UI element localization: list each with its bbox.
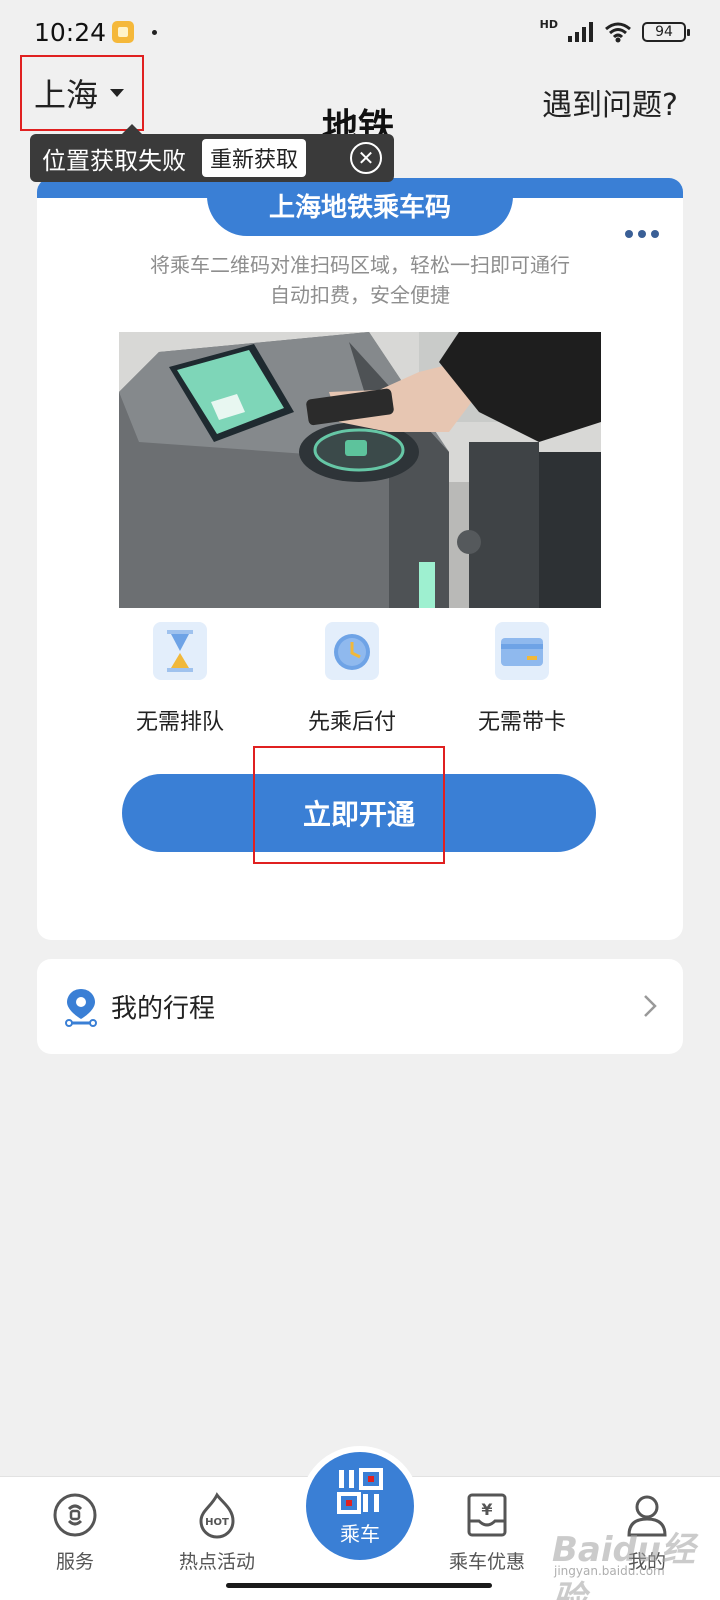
status-time: 10:24 — [34, 17, 107, 47]
location-pin-icon — [65, 988, 97, 1027]
tab-label: 服务 — [55, 1551, 94, 1573]
coupon-icon: ¥ — [467, 1493, 507, 1537]
description-line-1: 将乘车二维码对准扫码区域，轻松一扫即可通行 — [150, 253, 570, 277]
battery-indicator: 94 — [642, 22, 690, 42]
tab-label: 乘车优惠 — [448, 1551, 525, 1573]
highlight-box — [253, 746, 445, 864]
home-indicator[interactable] — [226, 1583, 492, 1588]
card-description: 将乘车二维码对准扫码区域，轻松一扫即可通行 自动扣费，安全便捷 — [77, 250, 643, 310]
more-icon[interactable] — [625, 230, 661, 240]
network-label: HD — [539, 17, 558, 31]
feature-list: 无需排队 先乘后付 无需带卡 — [37, 616, 683, 736]
my-trips-row[interactable]: 我的行程 — [37, 959, 683, 1054]
close-icon[interactable]: ✕ — [350, 142, 382, 174]
feature-label: 先乘后付 — [307, 710, 396, 735]
hourglass-icon — [145, 616, 215, 686]
my-trips-label: 我的行程 — [111, 994, 216, 1024]
feature-label: 无需排队 — [135, 710, 224, 735]
gate-photo — [119, 332, 601, 608]
metro-qr-card: 上海地铁乘车码 将乘车二维码对准扫码区域，轻松一扫即可通行 自动扣费，安全便捷 — [37, 178, 683, 940]
profile-icon — [627, 1495, 667, 1537]
caret-down-icon — [110, 89, 125, 97]
status-icons: HD 94 — [539, 17, 690, 43]
card-icon — [487, 616, 557, 686]
tab-coupons[interactable]: ¥ 乘车优惠 — [432, 1491, 542, 1574]
feature-no-queue: 无需排队 — [105, 616, 255, 736]
wifi-icon — [605, 22, 631, 43]
service-icon — [53, 1493, 97, 1537]
tab-label: 乘车 — [340, 1522, 380, 1546]
signal-icon — [568, 22, 593, 42]
location-error-toast: 位置获取失败 重新获取 ✕ — [30, 124, 394, 182]
tab-label: 我的 — [627, 1551, 666, 1573]
feature-label: 无需带卡 — [477, 710, 566, 735]
card-title: 上海地铁乘车码 — [207, 178, 513, 236]
description-line-2: 自动扣费，安全便捷 — [270, 283, 450, 307]
feature-pay-later: 先乘后付 — [277, 616, 427, 736]
tab-label: 热点活动 — [178, 1551, 255, 1573]
hot-icon: HOT — [199, 1492, 235, 1539]
tab-hot-activity[interactable]: HOT 热点活动 — [162, 1491, 272, 1574]
retry-button[interactable]: 重新获取 — [202, 139, 307, 177]
help-link[interactable]: 遇到问题? — [542, 80, 678, 124]
svg-text:HOT: HOT — [205, 1517, 229, 1528]
svg-text:¥: ¥ — [481, 1500, 492, 1519]
tab-ride[interactable]: 乘车 — [306, 1452, 414, 1560]
tab-service[interactable]: 服务 — [20, 1491, 130, 1574]
feature-no-card: 无需带卡 — [447, 616, 597, 736]
city-label: 上海 — [34, 76, 99, 114]
qr-code-icon — [337, 1468, 383, 1514]
tab-profile[interactable]: 我的 — [592, 1491, 702, 1574]
gate-illustration — [119, 332, 601, 608]
status-dot — [152, 29, 158, 35]
city-selector[interactable]: 上海 — [20, 55, 144, 131]
notification-icon — [112, 21, 135, 43]
header: 上海 地铁 遇到问题? — [0, 55, 720, 148]
chevron-right-icon — [644, 995, 657, 1017]
clock-icon — [317, 616, 387, 686]
toast-message: 位置获取失败 — [42, 146, 186, 175]
